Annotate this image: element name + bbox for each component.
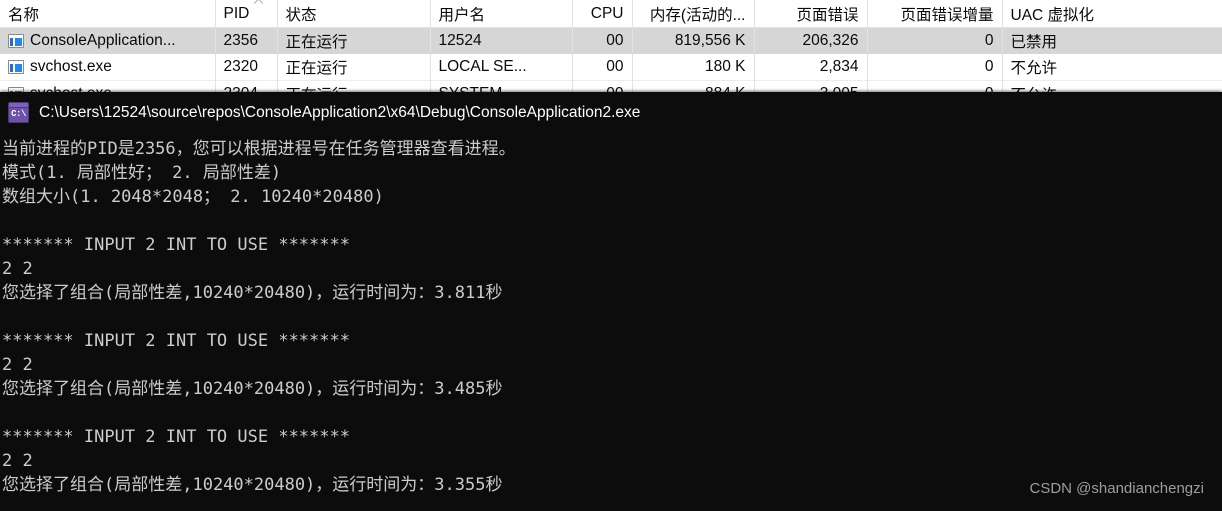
column-header-label: 页面错误 (796, 6, 859, 24)
column-header-pagefaults[interactable]: 页面错误 (754, 0, 868, 28)
process-name-cell: svchost.exe (8, 58, 207, 76)
cell-cpu: 00 (572, 54, 633, 81)
cell-username: LOCAL SE... (430, 54, 573, 81)
cell-pagedelta: 0 (867, 27, 1003, 54)
console-title: C:\Users\12524\source\repos\ConsoleAppli… (39, 103, 641, 121)
column-header-label: 页面错误增量 (900, 6, 994, 24)
console-line: 模式(1. 局部性好； 2. 局部性差) (2, 163, 282, 183)
console-line: 2 2 (2, 355, 33, 375)
column-header-label: 名称 (8, 6, 40, 24)
cell-pid: 2356 (215, 27, 278, 54)
cell-name: svchost.exe (0, 54, 216, 81)
column-header-memory[interactable]: 内存(活动的... (632, 0, 755, 28)
watermark: CSDN @shandianchengzi (1029, 480, 1205, 497)
column-header-status[interactable]: 状态 (277, 0, 431, 28)
cell-status: 正在运行 (277, 54, 431, 81)
console-output[interactable]: 当前进程的PID是2356，您可以根据进程号在任务管理器查看进程。 模式(1. 局… (0, 133, 1222, 497)
console-line: 您选择了组合(局部性差,10240*20480)，运行时间为：3.811秒 (2, 283, 503, 303)
cell-status: 正在运行 (277, 27, 431, 54)
cell-name: ConsoleApplication... (0, 27, 216, 54)
column-header-uac[interactable]: UAC 虚拟化 (1002, 0, 1222, 28)
sort-ascending-icon (253, 0, 263, 4)
column-header-cpu[interactable]: CPU (572, 0, 633, 28)
console-cmd-icon: C:\ (8, 102, 29, 123)
console-line: 2 2 (2, 259, 33, 279)
table-row[interactable]: svchost.exe 2320 正在运行 LOCAL SE... 00 180 K 2,8… (0, 54, 1222, 81)
process-name-label: svchost.exe (30, 58, 112, 75)
column-header-label: 用户名 (438, 6, 486, 24)
column-header-pid[interactable]: PID (215, 0, 278, 28)
column-header-label: UAC 虚拟化 (1010, 6, 1095, 24)
console-line: ******* INPUT 2 INT TO USE ******* (2, 427, 350, 447)
screen-root: 名称 PID 状态 用户名 CPU 内存(活动的... 页面错误 页面错误增量 UAC 虚拟化 … (0, 0, 1222, 511)
cell-memory: 819,556 K (632, 27, 755, 54)
column-header-label: PID (223, 4, 250, 22)
task-manager-window: 名称 PID 状态 用户名 CPU 内存(活动的... 页面错误 页面错误增量 UAC 虚拟化 … (0, 0, 1222, 107)
column-header-pagedelta[interactable]: 页面错误增量 (867, 0, 1003, 28)
app-window-icon (8, 60, 24, 74)
console-line: ******* INPUT 2 INT TO USE ******* (2, 235, 350, 255)
app-window-icon (8, 34, 24, 48)
console-icon-glyph: C:\ (11, 109, 26, 119)
console-line: 2 2 (2, 451, 33, 471)
cell-username: 12524 (430, 27, 573, 54)
console-line: 数组大小(1. 2048*2048； 2. 10240*20480) (2, 187, 384, 207)
cell-memory: 180 K (632, 54, 755, 81)
cell-pagefaults: 2,834 (754, 54, 868, 81)
console-line: 当前进程的PID是2356，您可以根据进程号在任务管理器查看进程。 (2, 139, 516, 159)
cell-uac: 不允许 (1002, 54, 1222, 81)
column-header-label: CPU (590, 4, 624, 22)
cell-uac: 已禁用 (1002, 27, 1222, 54)
console-window[interactable]: C:\ C:\Users\12524\source\repos\ConsoleA… (0, 92, 1222, 511)
process-table-header-row: 名称 PID 状态 用户名 CPU 内存(活动的... 页面错误 页面错误增量 UAC 虚拟化 (0, 0, 1222, 28)
process-table-header: 名称 PID 状态 用户名 CPU 内存(活动的... 页面错误 页面错误增量 UAC 虚拟化 (0, 0, 1222, 28)
cell-pagefaults: 206,326 (754, 27, 868, 54)
process-name-cell: ConsoleApplication... (8, 32, 207, 50)
column-header-label: 内存(活动的... (649, 6, 746, 24)
process-name-label: ConsoleApplication... (30, 32, 176, 49)
console-line: ******* INPUT 2 INT TO USE ******* (2, 331, 350, 351)
cell-pagedelta: 0 (867, 54, 1003, 81)
column-header-label: 状态 (285, 6, 317, 24)
cell-pid: 2320 (215, 54, 278, 81)
table-row[interactable]: ConsoleApplication... 2356 正在运行 12524 00 819,… (0, 27, 1222, 54)
process-table: 名称 PID 状态 用户名 CPU 内存(活动的... 页面错误 页面错误增量 UAC 虚拟化 … (0, 0, 1222, 107)
column-header-name[interactable]: 名称 (0, 0, 216, 28)
column-header-username[interactable]: 用户名 (430, 0, 573, 28)
console-titlebar[interactable]: C:\ C:\Users\12524\source\repos\ConsoleA… (0, 92, 1222, 133)
cell-cpu: 00 (572, 27, 633, 54)
console-line: 您选择了组合(局部性差,10240*20480)，运行时间为：3.485秒 (2, 379, 503, 399)
